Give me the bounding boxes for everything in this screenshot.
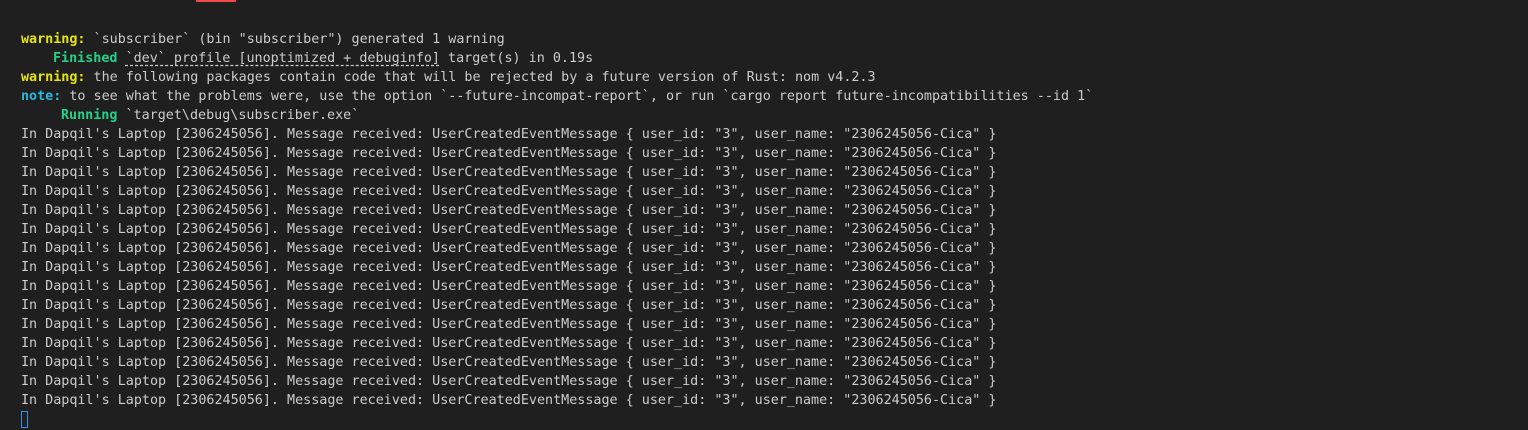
note-label: note:	[21, 89, 62, 104]
message-line: In Dapqil's Laptop [2306245056]. Message…	[21, 317, 997, 332]
prompt-line[interactable]	[21, 410, 1528, 429]
finished-label: Finished	[53, 51, 118, 66]
message-line: In Dapqil's Laptop [2306245056]. Message…	[21, 393, 997, 408]
note-text: to see what the problems were, use the o…	[61, 89, 1094, 104]
terminal-cursor	[21, 411, 28, 428]
warning-text: the following packages contain code that…	[85, 70, 876, 85]
message-line: In Dapqil's Laptop [2306245056]. Message…	[21, 184, 997, 199]
warning-text: `subscriber` (bin "subscriber") generate…	[85, 32, 505, 47]
terminal-output[interactable]: warning: `subscriber` (bin "subscriber")…	[0, 0, 1528, 430]
message-line: In Dapqil's Laptop [2306245056]. Message…	[21, 298, 997, 313]
message-line: In Dapqil's Laptop [2306245056]. Message…	[21, 374, 997, 389]
profile-link[interactable]: `dev` profile [unoptimized + debuginfo]	[126, 51, 440, 66]
warning-label: warning:	[21, 32, 86, 47]
warning-line-2: warning: the following packages contain …	[21, 68, 1528, 87]
message-line: In Dapqil's Laptop [2306245056]. Message…	[21, 355, 997, 370]
running-label: Running	[61, 108, 118, 123]
finished-spacer	[118, 51, 126, 66]
message-line: In Dapqil's Laptop [2306245056]. Message…	[21, 222, 997, 237]
message-line: In Dapqil's Laptop [2306245056]. Message…	[21, 241, 997, 256]
warning-line-1: warning: `subscriber` (bin "subscriber")…	[21, 30, 1528, 49]
message-line: In Dapqil's Laptop [2306245056]. Message…	[21, 336, 997, 351]
warning-label: warning:	[21, 70, 86, 85]
active-tab-indicator	[196, 0, 236, 2]
message-line: In Dapqil's Laptop [2306245056]. Message…	[21, 203, 997, 218]
message-line: In Dapqil's Laptop [2306245056]. Message…	[21, 279, 997, 294]
running-line: Running `target\debug\subscriber.exe`	[21, 106, 1528, 125]
message-line: In Dapqil's Laptop [2306245056]. Message…	[21, 260, 997, 275]
note-line: note: to see what the problems were, use…	[21, 87, 1528, 106]
message-line: In Dapqil's Laptop [2306245056]. Message…	[21, 127, 997, 142]
finished-text: target(s) in 0.19s	[439, 51, 594, 66]
message-line: In Dapqil's Laptop [2306245056]. Message…	[21, 146, 997, 161]
message-line: In Dapqil's Laptop [2306245056]. Message…	[21, 165, 997, 180]
running-text: `target\debug\subscriber.exe`	[117, 108, 360, 123]
finished-line: Finished `dev` profile [unoptimized + de…	[21, 49, 1528, 68]
